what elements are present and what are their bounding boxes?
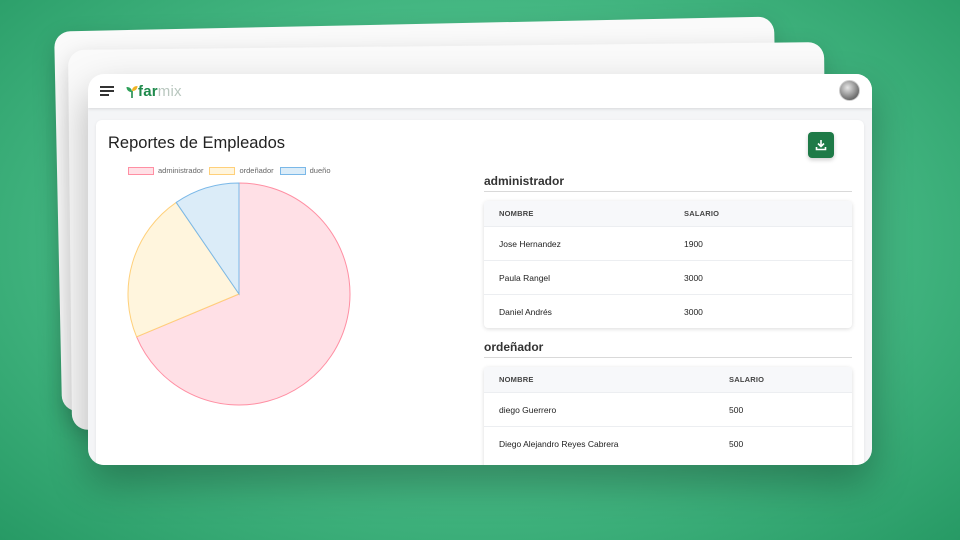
column-header-nombre: NOMBRE bbox=[499, 209, 534, 218]
cell-salario: 500 bbox=[729, 438, 744, 449]
pie-chart bbox=[127, 182, 351, 406]
column-header-nombre: NOMBRE bbox=[499, 375, 534, 384]
legend-item[interactable]: administrador bbox=[128, 166, 203, 175]
brand-name: farmix bbox=[138, 83, 182, 100]
cell-nombre: Jose Hernandez bbox=[499, 238, 561, 249]
column-header-salario: SALARIO bbox=[684, 209, 720, 218]
table-row[interactable]: Diego Alejandro Reyes Cabrera 500 bbox=[484, 426, 852, 460]
top-bar: farmix bbox=[88, 74, 872, 108]
table-row[interactable]: Paula Rangel 3000 bbox=[484, 260, 852, 294]
section-title-ordenador: ordeñador bbox=[484, 340, 852, 358]
legend-swatch bbox=[209, 166, 236, 175]
chart-legend: administrador ordeñador dueño bbox=[128, 166, 331, 175]
cell-salario: 500 bbox=[729, 404, 744, 415]
legend-swatch bbox=[279, 166, 306, 175]
brand-name-main: far bbox=[138, 82, 158, 100]
cell-salario: 3000 bbox=[684, 272, 703, 283]
table-row[interactable]: Daniel Andrés 3000 bbox=[484, 294, 852, 328]
column-header-salario: SALARIO bbox=[729, 375, 765, 384]
download-button[interactable] bbox=[808, 132, 834, 158]
cell-nombre: Daniel Andrés bbox=[499, 306, 552, 317]
download-icon bbox=[815, 140, 827, 151]
brand-name-light: mix bbox=[157, 82, 182, 100]
legend-label: administrador bbox=[158, 166, 204, 175]
table-header: NOMBRE SALARIO bbox=[484, 367, 852, 392]
avatar[interactable] bbox=[839, 80, 860, 101]
brand-logo[interactable]: farmix bbox=[126, 83, 182, 100]
table-ordenador: NOMBRE SALARIO diego Guerrero 500 Diego … bbox=[484, 367, 852, 465]
sprout-icon bbox=[126, 85, 138, 98]
table-administrador: NOMBRE SALARIO Jose Hernandez 1900 Paula… bbox=[484, 201, 852, 328]
cell-nombre: Paula Rangel bbox=[499, 272, 551, 283]
section-title-administrador: administrador bbox=[484, 174, 852, 192]
cell-nombre: diego Guerrero bbox=[499, 404, 557, 415]
cell-salario: 3000 bbox=[684, 306, 703, 317]
legend-item[interactable]: ordeñador bbox=[209, 166, 274, 175]
legend-label: dueño bbox=[309, 166, 331, 175]
cell-nombre: Diego Alejandro Reyes Cabrera bbox=[499, 438, 619, 449]
app-window: farmix Reportes de Empleados administrad… bbox=[88, 74, 872, 465]
table-row[interactable]: diego Guerrero 500 bbox=[484, 392, 852, 426]
report-card: Reportes de Empleados administrador ordeñ… bbox=[96, 120, 864, 465]
table-row[interactable]: Jose Hernandez 1900 bbox=[484, 226, 852, 260]
legend-item[interactable]: dueño bbox=[279, 166, 331, 175]
cell-salario: 1900 bbox=[684, 238, 703, 249]
hamburger-icon[interactable] bbox=[100, 86, 114, 96]
table-header: NOMBRE SALARIO bbox=[484, 201, 852, 226]
legend-label: ordeñador bbox=[239, 166, 274, 175]
page-title: Reportes de Empleados bbox=[108, 134, 286, 152]
legend-swatch bbox=[128, 166, 154, 175]
